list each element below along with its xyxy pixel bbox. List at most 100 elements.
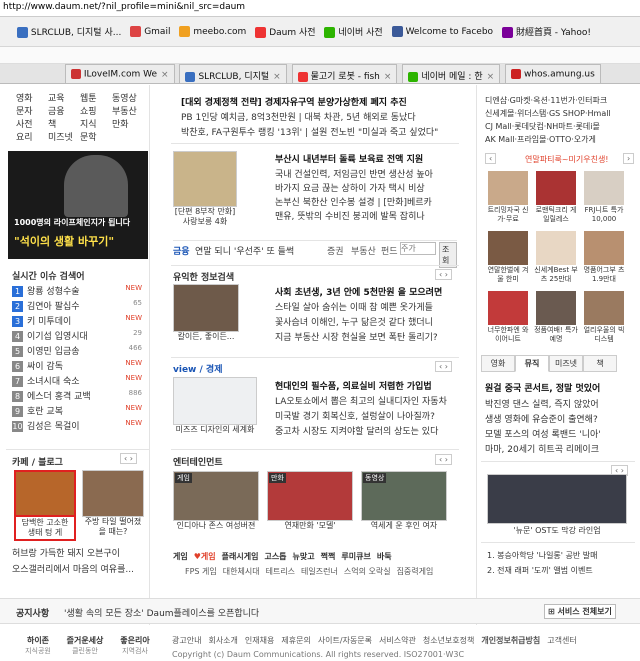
bookmark-yahoo[interactable]: 財經首頁 - Yahoo! [501,25,591,38]
tab-whos-amung[interactable]: whos.amung.us [505,64,601,83]
headline-top[interactable]: [대외 경제정책 전략] 경제자유구역 분양가상한제 폐지 추진 [181,95,457,110]
shop-links[interactable]: 신세계몰·위더스탬·GS SHOP·Hmall [485,108,635,122]
shop-links[interactable]: 디엔샵·G마켓·옥션·11번가·인터파크 [485,95,635,109]
issue-item[interactable]: 5 이영민 입금송 466 [12,344,146,359]
menu-video[interactable]: 동영상 [112,91,144,104]
menu-finance[interactable]: 금융 [48,104,80,117]
menu-education[interactable]: 교육 [48,91,80,104]
shop-item[interactable]: 너무한파엔 와이어니트 [485,291,531,344]
footer-link[interactable]: 고객센터 [547,636,576,645]
news1-line[interactable]: 맨유, 뜻밖의 수비진 붕괴에 발목 잡히나 [275,209,459,223]
game-link[interactable]: FPS 게임 [185,567,217,576]
issue-item[interactable]: 10 김성은 목걸이 NEW [12,419,146,434]
game-link[interactable]: 집중력게임 [397,567,434,576]
footer-link[interactable]: 인재채용 [245,636,274,645]
headline-sub[interactable]: 박찬호, FA구원투수 랭킹 '13위' | 설원 전노빈 "미실과 죽고 싶었… [181,125,457,139]
new-moon-image[interactable] [487,474,627,524]
tab-naver-mail[interactable]: 네이버 메일 : 한 × [402,64,501,83]
menu-books[interactable]: 책 [48,117,80,130]
view-line[interactable]: 중고차 시장도 지켜야할 달러의 상도는 있다 [275,424,459,438]
news1-line[interactable]: 국내 건설인력, 저임금인 반면 생산성 높아 [275,167,459,181]
issue-item[interactable]: 7 소녀시대 숙소 NEW [12,374,146,389]
menu-movie[interactable]: 영화 [16,91,48,104]
issue-item[interactable]: 3 키 미투데이 NEW [12,314,146,329]
notice-text[interactable]: '생활 속의 모든 장소' Daum플레이스를 오픈합니다 [64,606,259,619]
finance-label[interactable]: 금융 [173,244,190,257]
tab-fish-robot[interactable]: 물고기 로봇 - fish × [291,64,398,83]
shop-item[interactable]: 정품여배! 특가예명 [533,291,579,344]
tab-movie[interactable]: 영화 [481,355,515,372]
shop-links[interactable]: AK Mall·프라임몰·OTTO·오가게 [485,134,635,148]
cafe-pager[interactable]: ‹ › [120,453,137,464]
menu-webtoon[interactable]: 웹툰 [80,91,112,104]
all-services-button[interactable]: ⊞ 서비스 전체보기 [544,604,616,619]
footer-link[interactable]: 서비스약관 [379,636,416,645]
menu-miznet[interactable]: 미즈넷 [48,130,80,143]
finance-news[interactable]: 연말 되니 '우선주' 또 들썩 [195,244,294,257]
footer-link[interactable]: 광고안내 [172,636,201,645]
game-link[interactable]: 바둑 [377,552,392,561]
footer-link[interactable]: 개인정보취급방침 [481,636,540,645]
game-link[interactable]: 쩍쩍 [321,552,336,561]
view-line[interactable]: 미국발 경기 회복신호, 설렁살이 나아질까? [275,409,459,423]
useful-line[interactable]: 꽃사슴녀 이해인, 누구 닮은것 같다 했더니 [275,315,459,329]
shop-item[interactable]: 얼리우울의 빅 디스템 [581,291,627,344]
music-list-item[interactable]: 2. 전재 래퍼 '도끼' 앨범 이벤트 [487,565,635,579]
close-icon[interactable]: × [161,70,169,80]
music-headline[interactable]: 원걸 중국 콘서트, 정말 멋있어 [485,381,635,396]
bookmark-slrclub[interactable]: SLRCLUB, 디지털 사... [16,25,121,38]
footer-brand[interactable]: 하이존 지식공원 [18,635,58,656]
ent-item-comic[interactable]: 만화 연재만화 '모델' [267,471,353,531]
tab-realestate[interactable]: 부동산 [351,244,376,257]
stock-search-input[interactable] [400,242,436,255]
entertainment-pager[interactable]: ‹ › [435,454,452,465]
bookmark-gmail[interactable]: Gmail [130,26,170,37]
footer-link[interactable]: 회사소개 [208,636,237,645]
footer-brand[interactable]: 즐거운세상 클린동안 [60,635,110,656]
shop-pager-next[interactable]: › [623,153,635,164]
promo-link[interactable]: 연말파티룩~미기우친생! [525,154,609,165]
useful-line[interactable]: 지금 부동산 시장 현실을 보면 폭탄 돌리기? [275,330,459,344]
life-change-banner[interactable]: 1000명의 라이프체인지가 됩니다 "석이의 생활 바꾸기" [8,151,148,259]
footer-link[interactable]: 청소년보호정책 [423,636,475,645]
game-link[interactable]: 뉴맞고 [293,552,315,561]
news1-thumb[interactable]: [단편 8부작 만화] 사랑보릉 4화 [173,151,237,235]
music-caption[interactable]: '뉴문' OST도 막강 라인업 [487,526,627,536]
music-line[interactable]: 모델 포스의 여성 록밴드 '니아' [485,427,635,441]
shop-item[interactable]: 연말한벌에 겨울 한미 [485,231,531,284]
game-link[interactable]: 게임 [173,552,188,561]
music-list-item[interactable]: 1. 봉승아학당 '나일롱' 공반 발매 [487,550,635,564]
view-line[interactable]: LA오토쇼에서 뽑은 최고의 실내디자인 자동차 [275,394,459,408]
tab-stocks[interactable]: 증권 [327,244,344,257]
issue-item[interactable]: 9 호란 교복 NEW [12,404,146,419]
issue-item[interactable]: 6 싸이 감독 NEW [12,359,146,374]
bookmark-facebook[interactable]: Welcome to Facebo [391,26,493,37]
game-link[interactable]: 테일즈런너 [301,567,338,576]
cafe-item-tile[interactable]: 주방 타일 떨어졌을 때는? [82,470,144,537]
ent-item-game[interactable]: 게임 인디아나 존스 여성버젼 [173,471,259,531]
music-line[interactable]: 박진영 댄스 실력, 즉지 않았어 [485,397,635,411]
headline-sub[interactable]: PB 1인당 예치금, 8억3천만원 | 대북 차관, 5년 해외로 동났다 [181,110,457,124]
tab-music[interactable]: 뮤직 [515,355,549,372]
view-pager[interactable]: ‹ › [435,361,452,372]
news1-line[interactable]: 논부신 북한산 인수봉 설경 | [만화]베르카 [275,195,459,209]
close-icon[interactable]: × [487,72,495,82]
issue-item[interactable]: 2 김연아 팔십수 65 [12,299,146,314]
footer-brand[interactable]: 좋은리아 지역검사 [112,635,158,656]
tab-book[interactable]: 책 [583,355,617,372]
tab-miznet[interactable]: 미즈넷 [549,355,583,372]
shop-item[interactable]: 명품어그부 츠 1.9만대 [581,231,627,284]
close-icon[interactable]: × [384,72,392,82]
issue-item[interactable]: 8 에스더 홍격 교백 886 [12,389,146,404]
game-link[interactable]: 스억의 오락실 [344,567,391,576]
issue-item[interactable]: 4 이기섭 입영시대 29 [12,329,146,344]
menu-sms[interactable]: 문자 [16,104,48,117]
news1-headline[interactable]: 부산시 내년부터 돌륙 보육료 전액 지원 [275,152,459,167]
cafe-item-crab[interactable]: 담백한 고소한 생태 텅 게 [14,470,76,541]
useful-headline[interactable]: 사회 초년생, 3년 안에 5천만원 을 모으려면 [275,285,459,300]
game-link[interactable]: 테트리스 [266,567,295,576]
menu-shopping[interactable]: 쇼핑 [80,104,112,117]
view-thumb[interactable]: 미즈즈 디자인의 세계화 [173,377,257,435]
useful-pager[interactable]: ‹ › [435,269,452,280]
game-link[interactable]: ♥게임 [194,552,216,561]
